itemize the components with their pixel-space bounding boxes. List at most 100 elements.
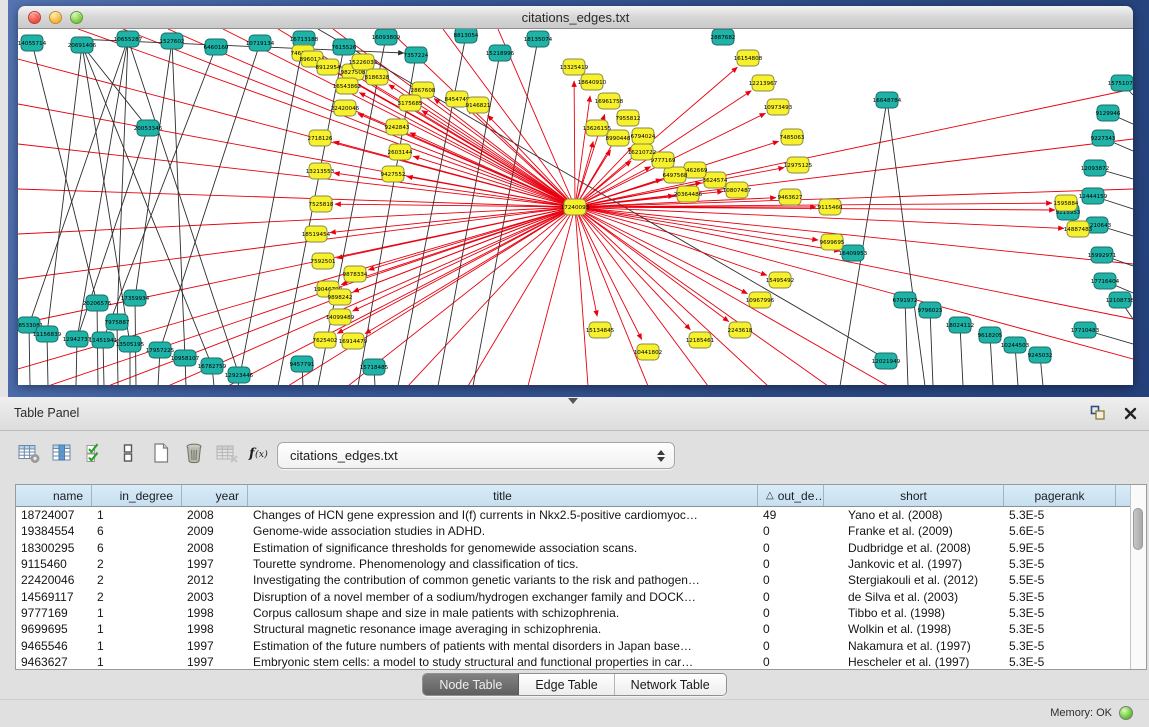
table-row[interactable]: 969969511998Structural magnetic resonanc… [16, 621, 1130, 637]
tab-edge-table[interactable]: Edge Table [519, 674, 614, 695]
graph-node[interactable]: 9245032 [1028, 347, 1053, 363]
graph-node[interactable]: 7955812 [616, 110, 641, 126]
graph-node[interactable]: 9898242 [328, 289, 353, 305]
graph-node[interactable]: 20364486 [674, 186, 703, 202]
graph-node[interactable]: 15218996 [486, 45, 515, 61]
table-row[interactable]: 946554611997Estimation of the future num… [16, 637, 1130, 653]
graph-node[interactable]: 13325419 [560, 59, 589, 75]
graph-node[interactable]: 7357224 [404, 47, 429, 63]
column-header-pagerank[interactable]: pagerank [1004, 485, 1116, 506]
table-row[interactable]: 946362711997Embryonic stem cells: a mode… [16, 654, 1130, 669]
graph-node[interactable]: 9699695 [820, 234, 845, 250]
close-window-icon[interactable] [28, 11, 41, 24]
graph-node[interactable]: 13505195 [116, 336, 145, 352]
graph-node[interactable]: 9129946 [1096, 105, 1121, 121]
graph-node[interactable]: 12942737 [63, 331, 92, 347]
graph-node[interactable]: 8990448 [606, 130, 631, 146]
graph-node[interactable]: 22420046 [331, 100, 360, 116]
table-row[interactable]: 911546021997Tourette syndrome. Phenomeno… [16, 556, 1130, 572]
graph-node[interactable]: 12923446 [225, 367, 254, 383]
graph-node[interactable]: 14055714 [18, 35, 47, 51]
graph-node[interactable]: 17710483 [1071, 322, 1100, 338]
tab-node-table[interactable]: Node Table [423, 674, 519, 695]
graph-node[interactable]: 1527602 [160, 33, 185, 49]
graph-node[interactable]: 18519454 [302, 226, 331, 242]
graph-node[interactable]: 7485063 [780, 129, 805, 145]
scrollbar-thumb[interactable] [1133, 508, 1143, 550]
graph-node[interactable]: 7615526 [332, 39, 357, 55]
table-row[interactable]: 1872400712008Changes of HCN gene express… [16, 507, 1130, 523]
graph-node[interactable]: 17359934 [121, 290, 150, 306]
graph-node[interactable]: 16782759 [198, 358, 227, 374]
graph-node[interactable]: 16154808 [734, 50, 763, 66]
show-columns-icon[interactable] [49, 439, 75, 467]
graph-node[interactable]: 9115460 [818, 199, 843, 215]
create-column-icon[interactable] [148, 439, 174, 467]
graph-node[interactable]: 8912954 [316, 59, 341, 75]
column-header-in_degree[interactable]: in_degree [92, 485, 182, 506]
graph-node[interactable]: 10967996 [746, 292, 775, 308]
graph-node[interactable]: 9796023 [918, 302, 943, 318]
graph-node[interactable]: 16210722 [628, 144, 656, 160]
graph-node[interactable]: 7625402 [313, 332, 338, 348]
float-panel-icon[interactable] [1089, 404, 1107, 422]
graph-node[interactable]: 3175685 [398, 95, 423, 111]
graph-node[interactable]: 9618205 [978, 327, 1003, 343]
graph-node[interactable]: 9878334 [343, 266, 368, 282]
graph-node[interactable]: 10655287 [114, 31, 143, 47]
graph-node[interactable]: 12108738 [1106, 292, 1133, 308]
graph-node[interactable]: 9427552 [381, 166, 406, 182]
graph-node[interactable]: 7525818 [309, 196, 334, 212]
graph-node[interactable]: 14887483 [1064, 221, 1093, 237]
graph-node[interactable]: 15134845 [586, 322, 615, 338]
graph-node[interactable]: 16961758 [595, 93, 624, 109]
minimize-window-icon[interactable] [49, 11, 62, 24]
graph-node[interactable]: 16648784 [873, 92, 902, 108]
graph-node[interactable]: 20206576 [83, 295, 112, 311]
graph-node[interactable]: 10719134 [246, 35, 275, 51]
graph-node[interactable]: 9457791 [290, 356, 315, 372]
graph-node[interactable]: 16914479 [339, 333, 368, 349]
graph-node[interactable]: 12213967 [749, 75, 778, 91]
graph-node[interactable]: 9242843 [385, 119, 410, 135]
graph-node[interactable]: 14099489 [326, 309, 355, 325]
delete-column-icon[interactable] [181, 439, 207, 467]
splitter-handle-icon[interactable] [568, 398, 578, 404]
graph-node[interactable]: 7592501 [311, 253, 336, 269]
function-builder-icon[interactable]: f(x) [247, 439, 273, 467]
graph-node[interactable]: 9463627 [778, 189, 803, 205]
graph-node[interactable]: 12185461 [686, 332, 715, 348]
graph-node[interactable]: 15751074 [1108, 75, 1133, 91]
column-header-out_degree[interactable]: △out_de… [758, 485, 824, 506]
graph-node[interactable]: 15718485 [360, 359, 389, 375]
tab-network-table[interactable]: Network Table [615, 674, 726, 695]
graph-node[interactable]: 6497568 [663, 167, 688, 183]
graph-node[interactable]: 16543862 [333, 78, 361, 94]
graph-node[interactable]: 17716404 [1091, 273, 1120, 289]
graph-node[interactable]: 18640910 [578, 74, 607, 90]
graph-node[interactable]: 10958107 [171, 350, 200, 366]
table-select-dropdown[interactable]: citations_edges.txt [277, 442, 675, 469]
graph-node[interactable]: 6791972 [893, 292, 918, 308]
graph-node[interactable]: 16093809 [372, 29, 401, 45]
graph-node[interactable]: 15495492 [766, 272, 794, 288]
graph-node[interactable]: 2243618 [728, 322, 753, 338]
graph-node[interactable]: 10973493 [764, 99, 793, 115]
graph-node[interactable]: 15226033 [349, 54, 378, 70]
graph-node[interactable]: 8813054 [454, 29, 479, 43]
graph-node[interactable]: 6460160 [204, 39, 229, 55]
table-mode-icon[interactable] [16, 439, 42, 467]
select-columns-icon[interactable] [82, 439, 108, 467]
graph-node[interactable]: 18024112 [946, 317, 974, 333]
column-header-title[interactable]: title [248, 485, 758, 506]
graph-node[interactable]: 12975125 [784, 157, 813, 173]
graph-hub-node[interactable]: 17240093 [561, 199, 590, 215]
graph-node[interactable]: 1595884 [1054, 195, 1079, 211]
network-canvas[interactable]: 1405571420691406106552871527602646016010… [18, 29, 1133, 385]
graph-node[interactable]: 18135074 [524, 31, 553, 47]
graph-node[interactable]: 11156839 [33, 326, 62, 342]
column-header-year[interactable]: year [182, 485, 248, 506]
memory-indicator[interactable]: Memory: OK [1050, 706, 1133, 720]
close-panel-icon[interactable] [1121, 404, 1139, 422]
graph-node[interactable]: 15992971 [1088, 247, 1117, 263]
